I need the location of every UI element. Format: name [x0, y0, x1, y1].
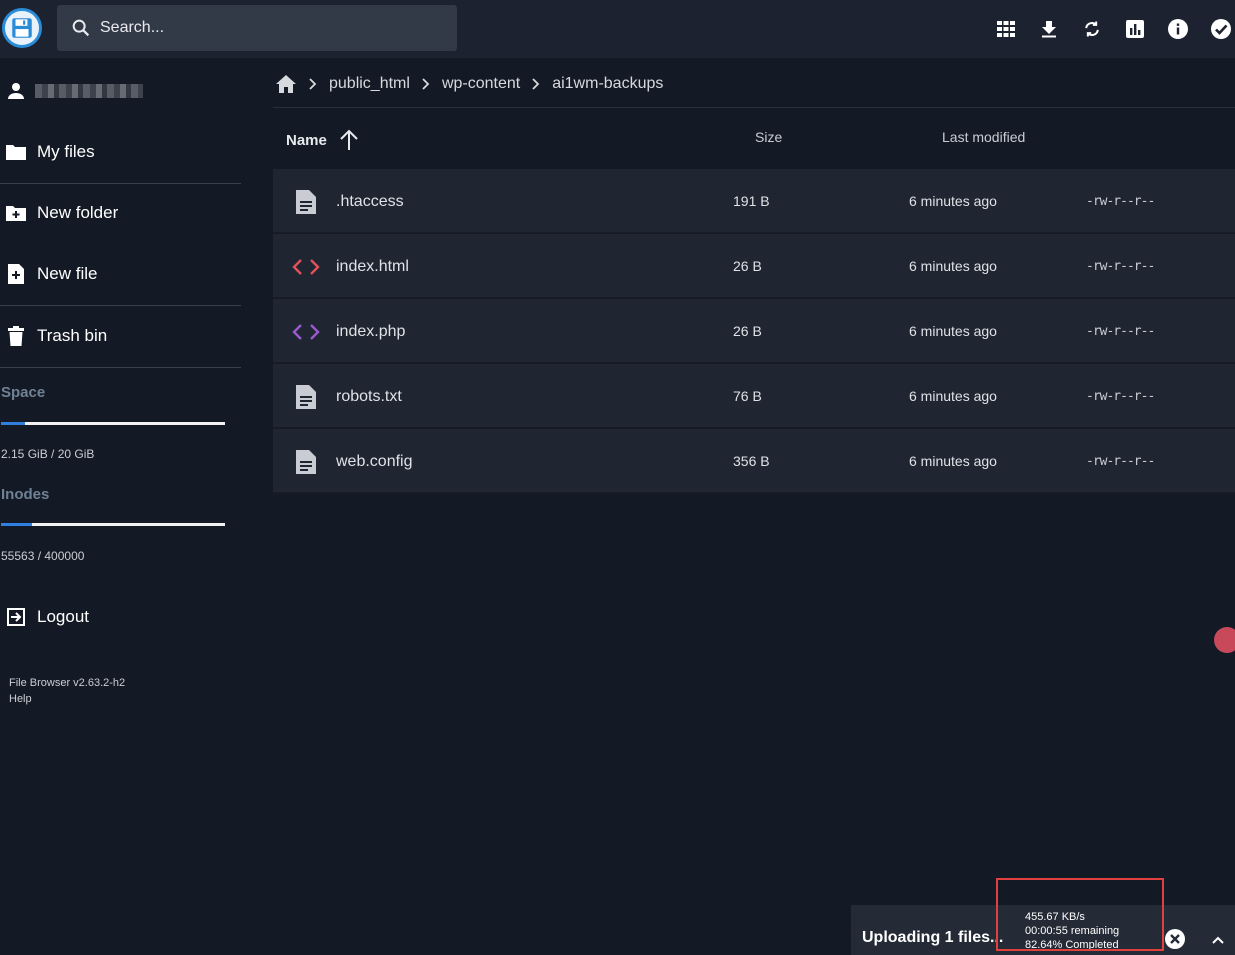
column-header-size[interactable]: Size: [755, 129, 782, 145]
app-footer: File Browser v2.63.2-h2 Help: [9, 675, 125, 707]
search-input[interactable]: [100, 19, 440, 37]
cancel-upload-icon[interactable]: [1165, 929, 1185, 949]
new-file-icon: [5, 263, 27, 285]
breadcrumb-item[interactable]: public_html: [329, 75, 410, 93]
document-icon: [292, 383, 320, 411]
file-modified: 6 minutes ago: [909, 388, 997, 404]
document-icon: [292, 448, 320, 476]
column-header-modified[interactable]: Last modified: [942, 129, 1025, 145]
sidebar-item-label: New folder: [37, 202, 119, 222]
code-icon: [292, 253, 320, 281]
table-row[interactable]: index.php 26 B 6 minutes ago -rw-r--r--: [273, 299, 1235, 363]
chevron-up-icon[interactable]: [1209, 931, 1227, 949]
floppy-disk-icon: [12, 18, 32, 38]
file-permissions: -rw-r--r--: [1086, 194, 1155, 209]
file-size: 26 B: [733, 258, 762, 274]
table-header: Name Size Last modified: [273, 109, 1235, 167]
app-logo[interactable]: [2, 8, 42, 48]
sort-ascending-icon: [340, 129, 358, 150]
table-row[interactable]: index.html 26 B 6 minutes ago -rw-r--r--: [273, 234, 1235, 298]
file-size: 356 B: [733, 453, 770, 469]
sidebar-item-label: My files: [37, 141, 95, 161]
logout-icon: [5, 606, 27, 628]
space-label: Space: [1, 384, 46, 401]
version-text: File Browser v2.63.2-h2: [9, 677, 126, 689]
file-name: index.html: [336, 258, 409, 275]
file-permissions: -rw-r--r--: [1086, 389, 1155, 404]
top-bar: [0, 0, 1235, 58]
inodes-progress-bar: [1, 523, 225, 526]
file-name: web.config: [336, 453, 413, 470]
document-icon: [292, 188, 320, 216]
sidebar-item-trash[interactable]: Trash bin: [0, 305, 241, 366]
inodes-label: Inodes: [1, 486, 50, 503]
file-modified: 6 minutes ago: [909, 258, 997, 274]
space-progress-bar: [1, 422, 225, 425]
file-name: robots.txt: [336, 388, 402, 405]
download-icon[interactable]: [1037, 17, 1061, 41]
code-icon: [292, 318, 320, 346]
home-icon[interactable]: [275, 73, 297, 95]
search-box[interactable]: [57, 5, 457, 51]
new-folder-icon: [5, 202, 27, 224]
breadcrumb-item[interactable]: ai1wm-backups: [552, 75, 663, 93]
sidebar-item-new-file[interactable]: New file: [0, 243, 241, 304]
file-name: index.php: [336, 323, 406, 340]
person-icon: [8, 83, 24, 99]
column-header-name[interactable]: Name: [286, 128, 361, 152]
file-modified: 6 minutes ago: [909, 323, 997, 339]
file-modified: 6 minutes ago: [909, 193, 997, 209]
logout-label: Logout: [37, 606, 89, 626]
grid-view-icon[interactable]: [994, 17, 1018, 41]
file-permissions: -rw-r--r--: [1086, 454, 1155, 469]
chevron-right-icon: [529, 77, 543, 91]
sidebar-item-new-folder[interactable]: New folder: [0, 182, 241, 243]
file-size: 191 B: [733, 193, 770, 209]
sidebar-item-label: New file: [37, 263, 98, 283]
logout-button[interactable]: Logout: [0, 586, 241, 647]
trash-icon: [5, 325, 27, 347]
inodes-value: 55563 / 400000: [1, 549, 85, 563]
chart-icon[interactable]: [1123, 17, 1147, 41]
search-icon: [72, 19, 90, 37]
file-name: .htaccess: [336, 193, 404, 210]
info-icon[interactable]: [1166, 17, 1190, 41]
divider: [0, 367, 241, 368]
chevron-right-icon: [419, 77, 433, 91]
breadcrumb: public_html wp-content ai1wm-backups: [273, 60, 1235, 108]
table-row[interactable]: web.config 356 B 6 minutes ago -rw-r--r-…: [273, 429, 1235, 493]
file-modified: 6 minutes ago: [909, 453, 997, 469]
file-permissions: -rw-r--r--: [1086, 324, 1155, 339]
chevron-right-icon: [306, 77, 320, 91]
select-all-icon[interactable]: [1209, 17, 1233, 41]
upload-title: Uploading 1 files...: [862, 929, 1004, 946]
file-size: 26 B: [733, 323, 762, 339]
user-name-redacted: [35, 84, 143, 98]
breadcrumb-item[interactable]: wp-content: [442, 75, 520, 93]
table-row[interactable]: robots.txt 76 B 6 minutes ago -rw-r--r--: [273, 364, 1235, 428]
help-link[interactable]: Help: [9, 691, 125, 707]
folder-icon: [5, 141, 27, 163]
highlight-box: [996, 878, 1164, 951]
sync-icon[interactable]: [1080, 17, 1104, 41]
sidebar-item-my-files[interactable]: My files: [0, 121, 241, 182]
file-permissions: -rw-r--r--: [1086, 259, 1155, 274]
table-row[interactable]: .htaccess 191 B 6 minutes ago -rw-r--r--: [273, 169, 1235, 233]
user-account[interactable]: [0, 74, 240, 108]
file-size: 76 B: [733, 388, 762, 404]
sidebar-item-label: Trash bin: [37, 325, 108, 345]
floating-action-icon[interactable]: [1214, 627, 1235, 653]
space-value: 2.15 GiB / 20 GiB: [1, 447, 95, 461]
